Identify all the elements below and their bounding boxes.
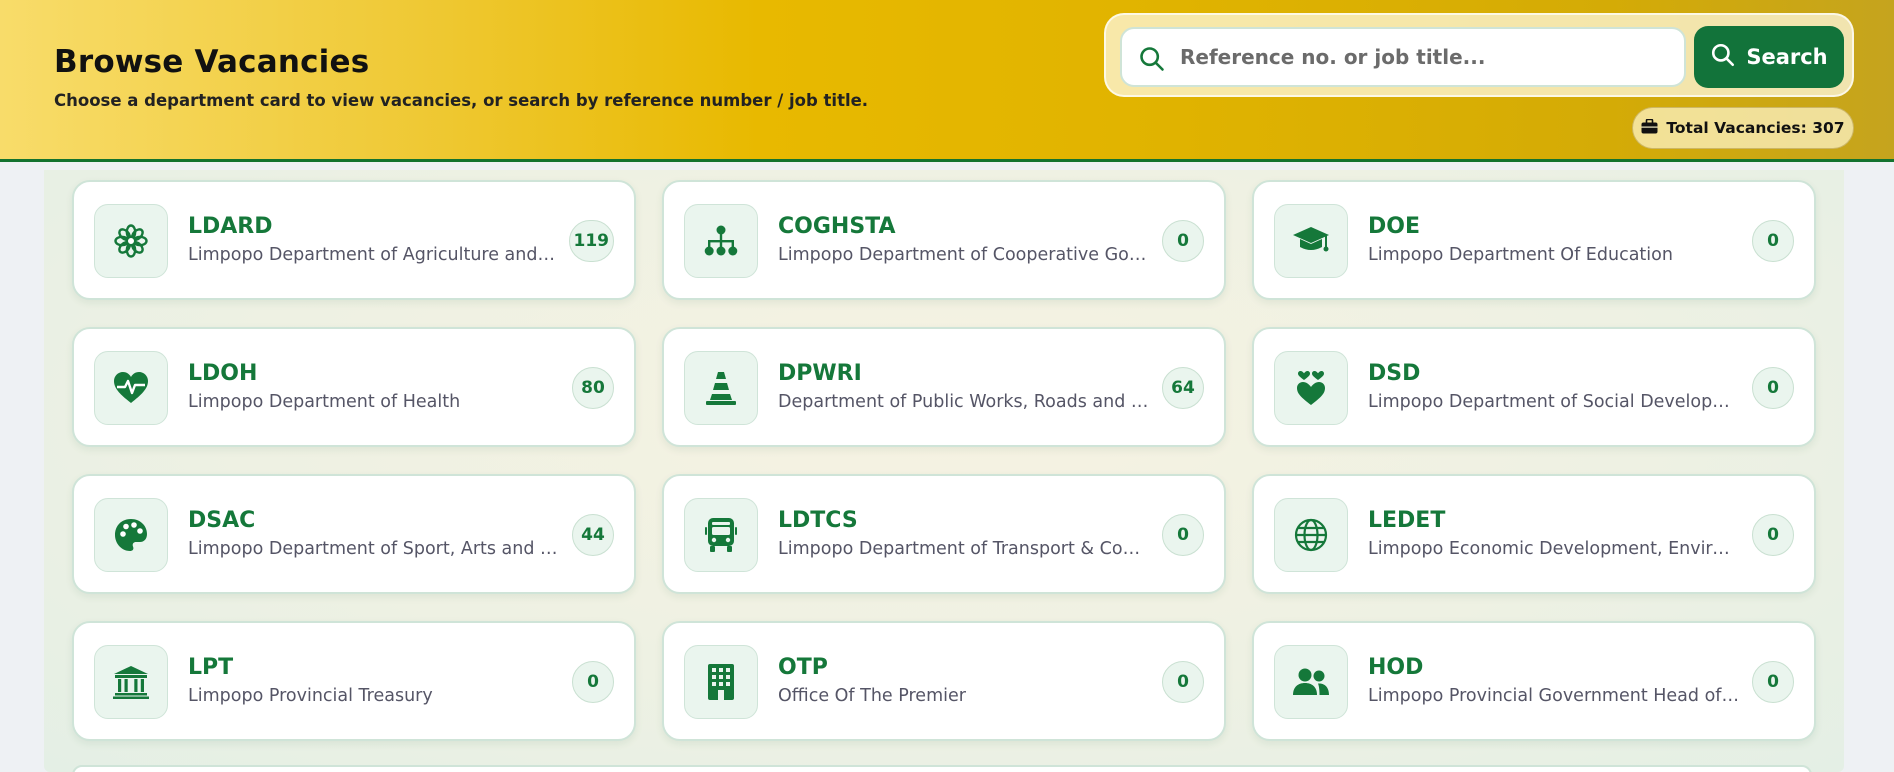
department-abbr: LPT bbox=[188, 655, 234, 680]
department-name: Department of Public Works, Roads and In… bbox=[778, 392, 1150, 412]
department-abbr: DSD bbox=[1368, 361, 1421, 386]
vacancy-count-badge: 119 bbox=[568, 220, 614, 262]
department-card-doe[interactable]: DOE Limpopo Department Of Education 0 bbox=[1252, 180, 1816, 300]
page-subtitle: Choose a department card to view vacanci… bbox=[54, 91, 869, 110]
department-abbr: COGHSTA bbox=[778, 214, 896, 239]
search-icon bbox=[1710, 42, 1736, 73]
department-name: Limpopo Department of Transport & Commun… bbox=[778, 539, 1150, 559]
department-card-dsac[interactable]: DSAC Limpopo Department of Sport, Arts a… bbox=[72, 474, 636, 594]
department-name: Limpopo Department Of Education bbox=[1368, 245, 1673, 265]
vacancy-count-badge: 0 bbox=[1162, 220, 1204, 262]
palette-icon bbox=[94, 498, 168, 572]
search-bar: Search bbox=[1104, 13, 1854, 97]
heart-pulse-icon bbox=[94, 351, 168, 425]
department-card-ldoh[interactable]: LDOH Limpopo Department of Health 80 bbox=[72, 327, 636, 447]
vacancy-count-badge: 44 bbox=[572, 514, 614, 556]
department-name: Limpopo Department of Agriculture and Ru… bbox=[188, 245, 560, 265]
department-card-otp[interactable]: OTP Office Of The Premier 0 bbox=[662, 621, 1226, 741]
bus-icon bbox=[684, 498, 758, 572]
department-abbr: HOD bbox=[1368, 655, 1424, 680]
sitemap-icon bbox=[684, 204, 758, 278]
department-abbr: LDOH bbox=[188, 361, 258, 386]
department-abbr: LDARD bbox=[188, 214, 273, 239]
department-name: Limpopo Economic Development, Environmen… bbox=[1368, 539, 1740, 559]
department-name: Office Of The Premier bbox=[778, 686, 966, 706]
department-abbr: DSAC bbox=[188, 508, 256, 533]
building-icon bbox=[684, 645, 758, 719]
department-name: Limpopo Provincial Treasury bbox=[188, 686, 433, 706]
department-abbr: DOE bbox=[1368, 214, 1420, 239]
department-card-lpt[interactable]: LPT Limpopo Provincial Treasury 0 bbox=[72, 621, 636, 741]
department-abbr: DPWRI bbox=[778, 361, 862, 386]
briefcase-icon bbox=[1641, 118, 1658, 138]
users-icon bbox=[1274, 645, 1348, 719]
bank-icon bbox=[94, 645, 168, 719]
page-header: Browse Vacancies Choose a department car… bbox=[0, 0, 1894, 162]
department-name: Limpopo Department of Social Development bbox=[1368, 392, 1740, 412]
department-card-hod[interactable]: HOD Limpopo Provincial Government Head o… bbox=[1252, 621, 1816, 741]
vacancy-count-badge: 0 bbox=[1162, 661, 1204, 703]
total-vacancies-badge: Total Vacancies: 307 bbox=[1632, 107, 1854, 149]
page-title: Browse Vacancies bbox=[54, 44, 370, 80]
departments-panel: LDARD Limpopo Department of Agriculture … bbox=[44, 170, 1844, 772]
graduation-cap-icon bbox=[1274, 204, 1348, 278]
vacancy-count-badge: 80 bbox=[572, 367, 614, 409]
search-button-label: Search bbox=[1746, 45, 1828, 69]
department-abbr: OTP bbox=[778, 655, 828, 680]
vacancy-count-badge: 0 bbox=[1752, 514, 1794, 556]
total-vacancies-text: Total Vacancies: 307 bbox=[1666, 119, 1845, 137]
department-abbr: LEDET bbox=[1368, 508, 1446, 533]
department-card-dsd[interactable]: DSD Limpopo Department of Social Develop… bbox=[1252, 327, 1816, 447]
department-name: Limpopo Department of Health bbox=[188, 392, 461, 412]
search-icon bbox=[1138, 45, 1166, 73]
vacancy-count-badge: 0 bbox=[1752, 367, 1794, 409]
department-card-partial[interactable] bbox=[72, 765, 1812, 772]
hand-holding-heart-icon bbox=[1274, 351, 1348, 425]
traffic-cone-icon bbox=[684, 351, 758, 425]
department-name: Limpopo Department of Sport, Arts and Cu… bbox=[188, 539, 560, 559]
globe-icon bbox=[1274, 498, 1348, 572]
department-card-dpwri[interactable]: DPWRI Department of Public Works, Roads … bbox=[662, 327, 1226, 447]
department-name: Limpopo Provincial Government Head of De… bbox=[1368, 686, 1740, 706]
search-field[interactable] bbox=[1120, 27, 1686, 87]
department-card-ldard[interactable]: LDARD Limpopo Department of Agriculture … bbox=[72, 180, 636, 300]
search-input[interactable] bbox=[1180, 29, 1675, 85]
vacancy-count-badge: 0 bbox=[572, 661, 614, 703]
department-abbr: LDTCS bbox=[778, 508, 858, 533]
vacancy-count-badge: 0 bbox=[1752, 661, 1794, 703]
vacancy-count-badge: 64 bbox=[1162, 367, 1204, 409]
search-button[interactable]: Search bbox=[1694, 26, 1844, 88]
department-card-coghsta[interactable]: COGHSTA Limpopo Department of Cooperativ… bbox=[662, 180, 1226, 300]
department-card-ldtcs[interactable]: LDTCS Limpopo Department of Transport & … bbox=[662, 474, 1226, 594]
vacancy-count-badge: 0 bbox=[1752, 220, 1794, 262]
vacancy-count-badge: 0 bbox=[1162, 514, 1204, 556]
department-card-ledet[interactable]: LEDET Limpopo Economic Development, Envi… bbox=[1252, 474, 1816, 594]
department-name: Limpopo Department of Cooperative Govern… bbox=[778, 245, 1150, 265]
flower-icon bbox=[94, 204, 168, 278]
